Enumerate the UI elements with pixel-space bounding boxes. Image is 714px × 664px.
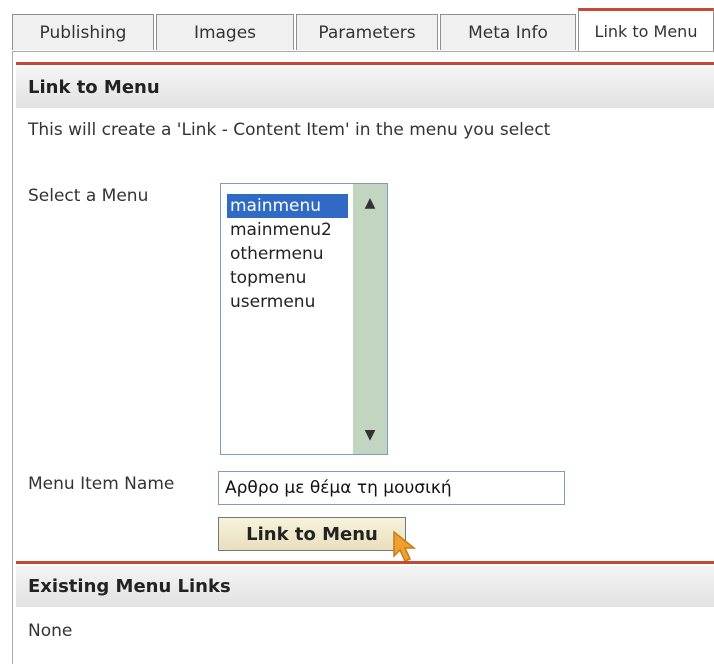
link-to-menu-header: Link to Menu: [16, 66, 714, 108]
menu-item-name-label: Menu Item Name: [28, 474, 175, 494]
menu-option-usermenu[interactable]: usermenu: [227, 290, 347, 314]
listbox-scrollbar[interactable]: ▲ ▼: [353, 184, 387, 454]
menu-option-topmenu[interactable]: topmenu: [227, 266, 347, 290]
tab-meta-info[interactable]: Meta Info: [440, 14, 576, 50]
menu-listbox[interactable]: mainmenu mainmenu2 othermenu topmenu use…: [220, 183, 388, 455]
section-divider-2: [16, 561, 714, 564]
menu-option-othermenu[interactable]: othermenu: [227, 242, 347, 266]
select-menu-label: Select a Menu: [28, 186, 149, 206]
link-description: This will create a 'Link - Content Item'…: [28, 120, 551, 140]
existing-menu-links-header: Existing Menu Links: [16, 565, 714, 607]
menu-option-mainmenu2[interactable]: mainmenu2: [227, 218, 347, 242]
scroll-up-arrow-icon[interactable]: ▲: [359, 192, 381, 214]
link-to-menu-button[interactable]: Link to Menu: [218, 517, 406, 551]
scroll-down-arrow-icon[interactable]: ▼: [359, 424, 381, 446]
menu-option-mainmenu[interactable]: mainmenu: [227, 194, 348, 218]
tab-parameters[interactable]: Parameters: [296, 14, 438, 50]
tab-publishing[interactable]: Publishing: [12, 14, 154, 50]
section-divider: [16, 62, 714, 65]
tab-link-to-menu[interactable]: Link to Menu: [578, 8, 714, 52]
existing-menu-links-value: None: [28, 621, 73, 641]
content-editor: Publishing Images Parameters Meta Info L…: [0, 0, 714, 664]
mouse-cursor-icon: [393, 530, 417, 562]
menu-options: mainmenu mainmenu2 othermenu topmenu use…: [227, 194, 348, 314]
menu-item-name-input[interactable]: [218, 471, 565, 505]
tab-images[interactable]: Images: [156, 14, 294, 50]
tab-bar: Publishing Images Parameters Meta Info L…: [0, 0, 714, 52]
